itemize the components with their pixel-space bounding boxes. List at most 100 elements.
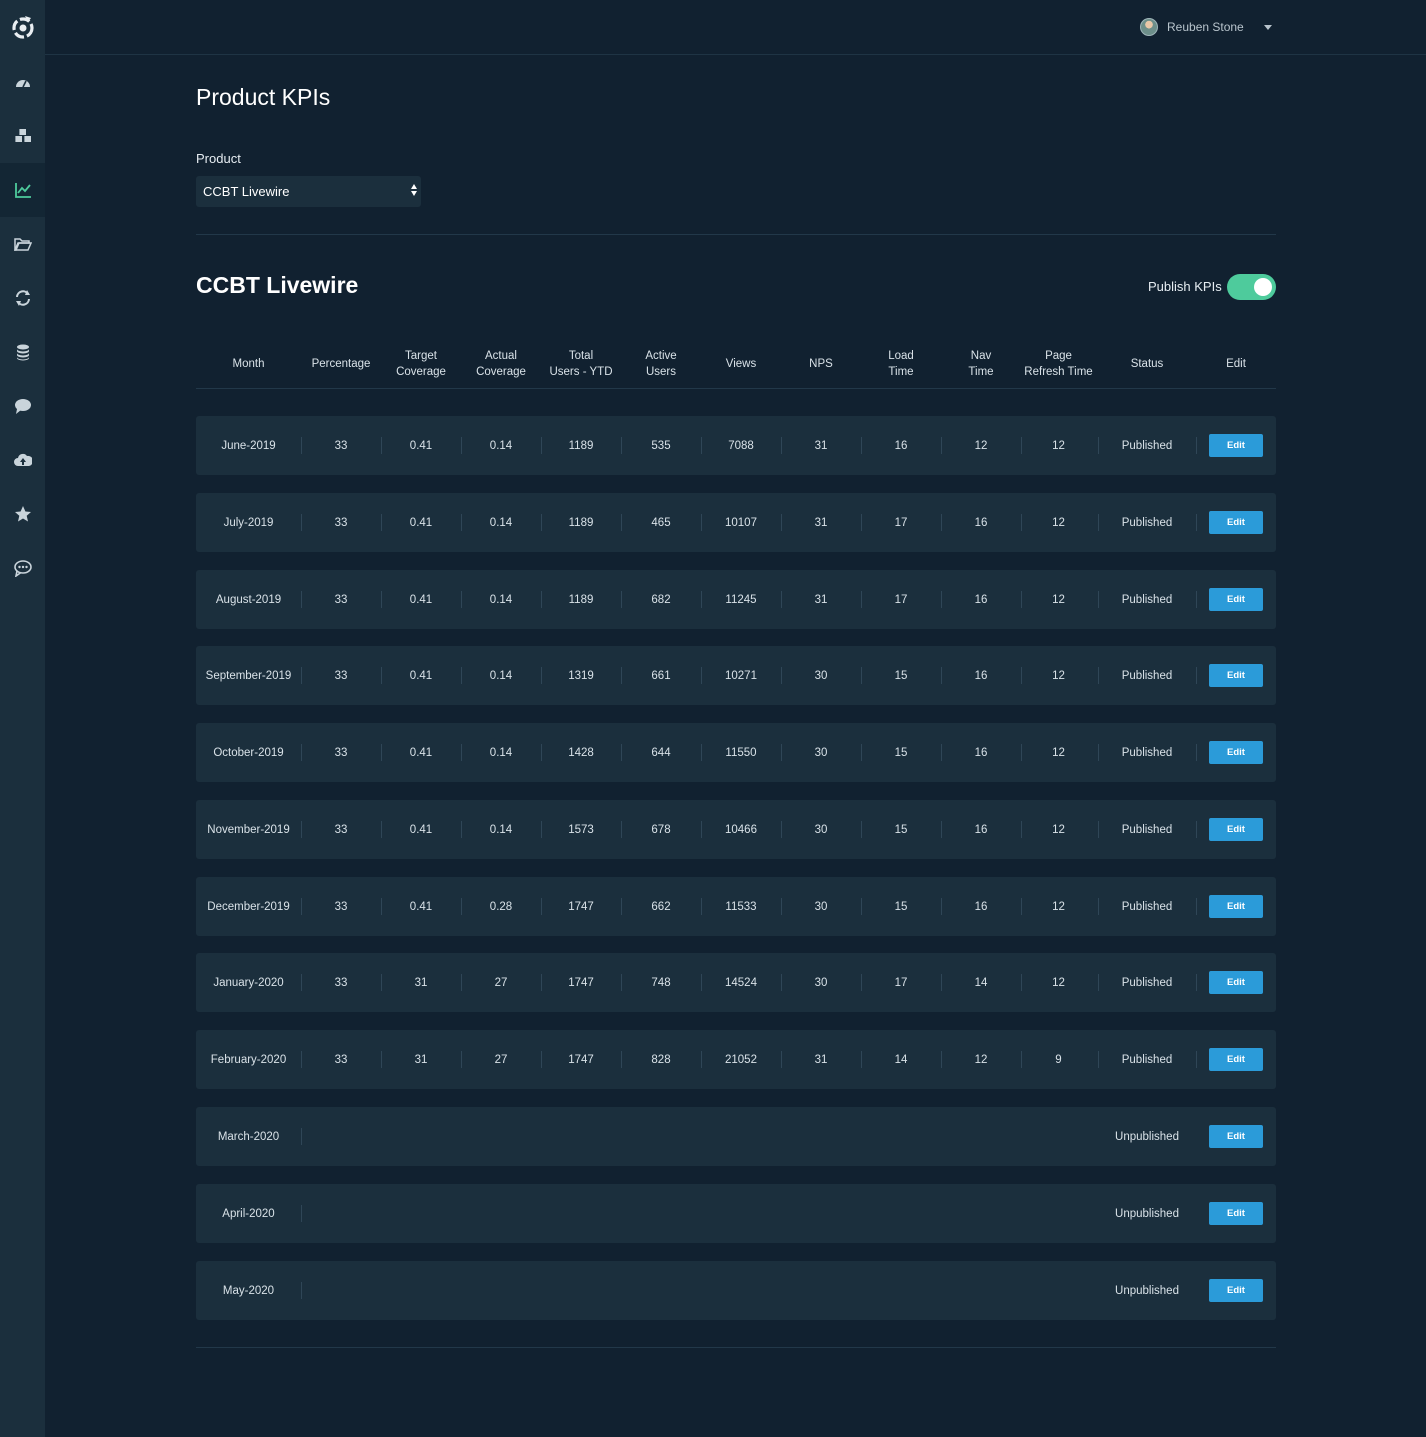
column-header-text: Percentage — [311, 358, 371, 370]
column-header-text: Time — [968, 366, 994, 378]
cell-divider — [381, 974, 382, 991]
cell-active-users: 535 — [651, 439, 671, 452]
cell-divider — [941, 514, 942, 531]
sidebar-item-star[interactable] — [0, 487, 45, 541]
cell-total-users-ytd: 1747 — [568, 976, 594, 989]
cell-active-users: 682 — [651, 593, 671, 606]
status-badge: Published — [1121, 746, 1173, 759]
cell-divider — [861, 821, 862, 838]
cell-divider — [701, 1051, 702, 1068]
cell-month: June-2019 — [221, 439, 276, 452]
cell-divider — [1021, 744, 1022, 761]
logo-icon[interactable] — [0, 0, 45, 54]
cell-percentage: 33 — [334, 976, 348, 989]
edit-button[interactable]: Edit — [1209, 664, 1263, 687]
edit-button[interactable]: Edit — [1209, 1048, 1263, 1071]
toggle-knob — [1254, 278, 1272, 296]
column-header-text: Edit — [1226, 358, 1246, 370]
cell-divider — [301, 821, 302, 838]
cell-divider — [301, 1051, 302, 1068]
edit-button[interactable]: Edit — [1209, 588, 1263, 611]
table-row: October-2019 33 0.41 0.14 1428 644 11550 30 15 16… — [196, 723, 1276, 782]
cell-nav-time: 16 — [974, 593, 988, 606]
column-header-views: Views — [701, 340, 781, 388]
cell-percentage: 33 — [334, 516, 348, 529]
cell-nps: 30 — [814, 746, 828, 759]
cell-page-refresh-time: 12 — [1052, 900, 1065, 913]
sidebar-item-database[interactable] — [0, 325, 45, 379]
cell-divider — [1021, 591, 1022, 608]
column-header-nav-time: Nav Time — [941, 340, 1021, 388]
cell-load-time: 17 — [894, 516, 908, 529]
sidebar — [0, 0, 45, 1437]
cell-divider — [301, 437, 302, 454]
sidebar-item-refresh[interactable] — [0, 271, 45, 325]
sidebar-item-comment[interactable] — [0, 379, 45, 433]
cell-divider — [461, 821, 462, 838]
status-badge: Published — [1121, 823, 1173, 836]
edit-button[interactable]: Edit — [1209, 511, 1263, 534]
edit-button[interactable]: Edit — [1209, 1279, 1263, 1302]
status-badge: Published — [1121, 976, 1173, 989]
cell-month: January-2020 — [213, 976, 284, 989]
column-header-active-users: Active Users — [621, 340, 701, 388]
sidebar-item-line-chart[interactable] — [0, 163, 45, 217]
divider — [196, 1347, 1276, 1348]
cubes-icon — [14, 129, 31, 142]
cell-divider — [861, 898, 862, 915]
status-badge: Published — [1121, 516, 1173, 529]
cell-active-users: 748 — [651, 976, 671, 989]
cell-actual-coverage: 27 — [494, 1053, 508, 1066]
cell-divider — [541, 1051, 542, 1068]
edit-button[interactable]: Edit — [1209, 895, 1263, 918]
column-header-text: Users - YTD — [549, 366, 613, 378]
cell-month: November-2019 — [207, 823, 290, 836]
sidebar-item-dashboard[interactable] — [0, 55, 45, 109]
column-header-text: Users — [645, 366, 676, 378]
sidebar-item-cubes[interactable] — [0, 109, 45, 163]
status-badge: Published — [1121, 669, 1173, 682]
product-select[interactable]: CCBT Livewire — [196, 176, 421, 207]
table-row: March-2020 Unpublished Edit — [196, 1107, 1276, 1166]
cell-divider — [541, 514, 542, 531]
user-menu[interactable]: Reuben Stone — [1140, 17, 1272, 37]
edit-button[interactable]: Edit — [1209, 818, 1263, 841]
sidebar-item-chat-dots[interactable] — [0, 541, 45, 595]
cell-divider — [301, 744, 302, 761]
edit-button[interactable]: Edit — [1209, 971, 1263, 994]
edit-button[interactable]: Edit — [1209, 434, 1263, 457]
cell-nav-time: 12 — [974, 439, 988, 452]
column-header-text: Nav — [970, 350, 992, 362]
cell-divider — [781, 974, 782, 991]
cell-divider — [701, 744, 702, 761]
cell-divider — [381, 898, 382, 915]
cell-actual-coverage: 0.14 — [489, 669, 513, 682]
cell-percentage: 33 — [334, 746, 348, 759]
chat-dots-icon — [13, 560, 32, 577]
cell-nav-time: 16 — [974, 746, 988, 759]
publish-kpis-toggle[interactable] — [1227, 274, 1276, 300]
cell-divider — [541, 974, 542, 991]
cell-divider — [1021, 437, 1022, 454]
cell-divider — [381, 591, 382, 608]
column-header-text: Coverage — [476, 366, 526, 378]
product-label: Product — [196, 151, 241, 166]
cell-divider — [461, 1051, 462, 1068]
cell-percentage: 33 — [334, 1053, 348, 1066]
cell-divider — [861, 667, 862, 684]
cell-page-refresh-time: 12 — [1052, 746, 1065, 759]
sidebar-item-folder-open[interactable] — [0, 217, 45, 271]
cell-active-users: 662 — [651, 900, 671, 913]
edit-button[interactable]: Edit — [1209, 1202, 1263, 1225]
column-header-load-time: Load Time — [861, 340, 941, 388]
cell-percentage: 33 — [334, 669, 348, 682]
select-arrows-icon — [411, 184, 417, 196]
column-header-nps: NPS — [781, 340, 861, 388]
sidebar-item-cloud-upload[interactable] — [0, 433, 45, 487]
cell-target-coverage: 0.41 — [409, 900, 433, 913]
cell-nps: 30 — [814, 823, 828, 836]
edit-button[interactable]: Edit — [1209, 741, 1263, 764]
edit-button[interactable]: Edit — [1209, 1125, 1263, 1148]
column-header-text: Target — [405, 350, 437, 362]
cell-target-coverage: 31 — [414, 1053, 428, 1066]
